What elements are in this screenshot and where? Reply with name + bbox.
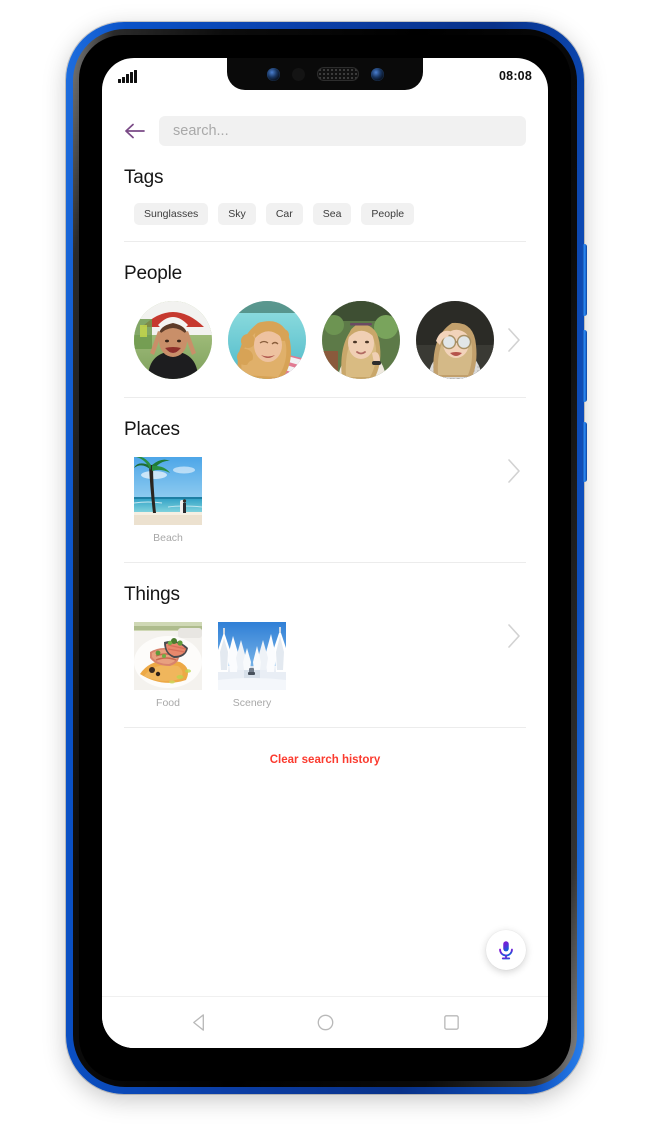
things-tile-row: Food Scenery xyxy=(124,622,526,709)
tag-chip[interactable]: Sunglasses xyxy=(134,203,209,225)
avatar[interactable] xyxy=(416,301,494,379)
proximity-sensor-icon xyxy=(291,67,305,81)
things-section: Things Food Scenery xyxy=(102,563,548,727)
power-button[interactable] xyxy=(582,422,587,482)
phone-screen: 08:08 Tags Sunglasses Sky Car xyxy=(102,58,548,1048)
nav-back-triangle-icon[interactable] xyxy=(190,1013,209,1032)
volume-up-button[interactable] xyxy=(582,244,587,316)
voice-search-button[interactable] xyxy=(486,930,526,970)
place-tile-label: Beach xyxy=(153,532,183,544)
people-chevron-right-icon[interactable] xyxy=(506,326,526,354)
places-tile-row: Beach xyxy=(124,457,526,544)
notch xyxy=(227,58,423,90)
front-camera-right-icon xyxy=(370,67,384,81)
places-section: Places Beach xyxy=(102,398,548,562)
place-tile[interactable]: Beach xyxy=(134,457,202,544)
thing-thumbnail xyxy=(134,622,202,690)
avatar[interactable] xyxy=(322,301,400,379)
front-camera-left-icon xyxy=(266,67,280,81)
thing-thumbnail xyxy=(218,622,286,690)
status-bar-clock: 08:08 xyxy=(499,69,532,83)
nav-home-circle-icon[interactable] xyxy=(316,1013,335,1032)
tag-chip[interactable]: Sky xyxy=(218,203,256,225)
avatar[interactable] xyxy=(228,301,306,379)
people-section: People xyxy=(102,242,548,397)
tags-chip-list: Sunglasses Sky Car Sea People xyxy=(124,203,526,225)
tag-chip[interactable]: Sea xyxy=(312,203,352,225)
place-thumbnail xyxy=(134,457,202,525)
back-arrow-icon[interactable] xyxy=(124,122,146,140)
tag-chip[interactable]: Car xyxy=(265,203,303,225)
tag-chip[interactable]: People xyxy=(361,203,415,225)
places-tile-list: Beach xyxy=(124,457,506,544)
signal-bars-icon xyxy=(118,69,137,83)
thing-tile[interactable]: Food xyxy=(134,622,202,709)
nav-recents-square-icon[interactable] xyxy=(442,1013,461,1032)
avatar[interactable] xyxy=(134,301,212,379)
search-bar-row xyxy=(102,94,548,164)
places-section-title: Places xyxy=(124,419,180,440)
microphone-icon xyxy=(499,941,513,960)
phone-frame: 08:08 Tags Sunglasses Sky Car xyxy=(66,22,587,1094)
volume-down-button[interactable] xyxy=(582,330,587,402)
things-section-title: Things xyxy=(124,584,180,605)
tags-section-title: Tags xyxy=(124,167,164,188)
clear-search-history-button[interactable]: Clear search history xyxy=(270,754,381,766)
search-input[interactable] xyxy=(159,116,526,146)
clear-history-row: Clear search history xyxy=(102,728,548,768)
thing-tile-label: Scenery xyxy=(232,697,272,709)
places-chevron-right-icon[interactable] xyxy=(506,457,526,485)
people-avatar-list xyxy=(124,301,506,379)
thing-tile-label: Food xyxy=(156,697,180,709)
app-content: Tags Sunglasses Sky Car Sea People Peopl… xyxy=(102,94,548,996)
android-navigation-bar xyxy=(102,996,548,1048)
earpiece-speaker-icon xyxy=(316,67,359,81)
people-row xyxy=(124,301,526,379)
tags-section: Tags Sunglasses Sky Car Sea People xyxy=(102,164,548,241)
people-section-title: People xyxy=(124,263,182,284)
things-chevron-right-icon[interactable] xyxy=(506,622,526,650)
thing-tile[interactable]: Scenery xyxy=(218,622,286,709)
things-tile-list: Food Scenery xyxy=(124,622,506,709)
